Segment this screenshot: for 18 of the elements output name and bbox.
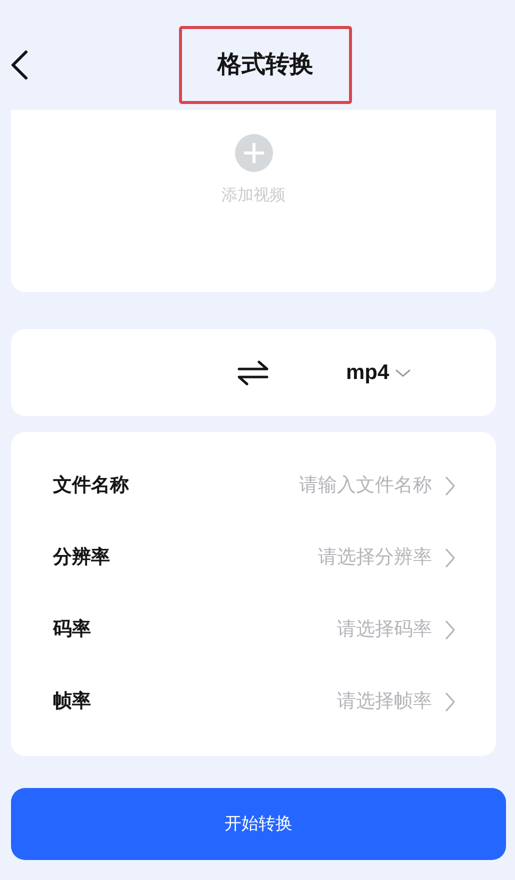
field-label: 码率: [53, 618, 91, 642]
field-label: 帧率: [53, 690, 91, 714]
field-label: 文件名称: [53, 474, 129, 498]
field-label: 分辨率: [53, 546, 110, 570]
chevron-right-icon: [444, 547, 456, 569]
format-dropdown[interactable]: mp4: [346, 356, 412, 388]
start-convert-button[interactable]: 开始转换: [11, 788, 506, 860]
chevron-right-icon: [444, 691, 456, 713]
chevron-right-icon: [444, 619, 456, 641]
field-picker[interactable]: 请选择帧率: [337, 688, 432, 716]
page-title: 格式转换: [179, 26, 352, 104]
field-picker[interactable]: 请选择分辨率: [318, 544, 432, 572]
plus-icon: [234, 134, 272, 172]
field-picker[interactable]: 请选择码率: [337, 616, 432, 644]
field-picker[interactable]: 请输入文件名称: [299, 472, 432, 500]
chevron-down-icon: [395, 368, 412, 378]
swap-icon: [237, 358, 269, 386]
chevron-right-icon: [444, 475, 456, 497]
